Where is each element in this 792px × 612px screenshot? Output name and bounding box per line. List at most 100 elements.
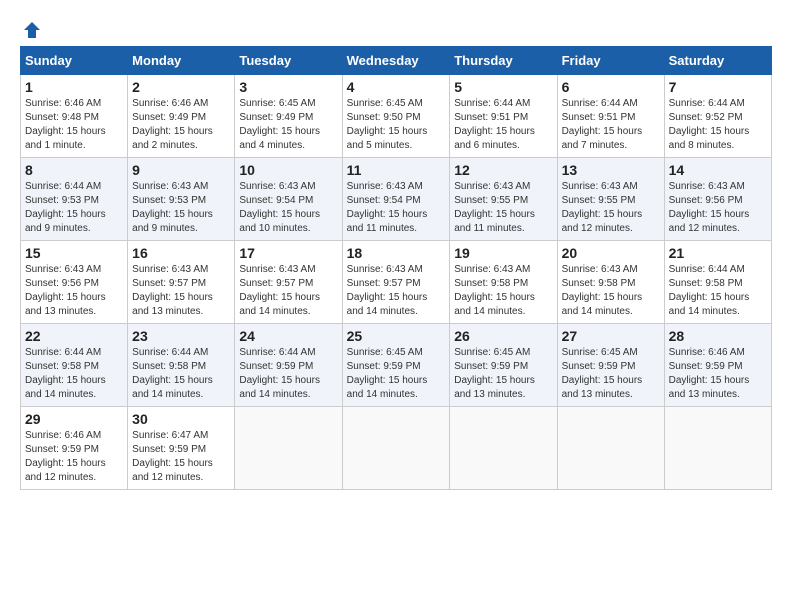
day-number: 30: [132, 411, 230, 427]
calendar-week-4: 22 Sunrise: 6:44 AM Sunset: 9:58 PM Dayli…: [21, 324, 772, 407]
day-number: 2: [132, 79, 230, 95]
calendar-week-1: 1 Sunrise: 6:46 AM Sunset: 9:48 PM Daylig…: [21, 75, 772, 158]
day-info: Sunrise: 6:44 AM Sunset: 9:59 PM Dayligh…: [239, 346, 337, 402]
calendar-cell: 17 Sunrise: 6:43 AM Sunset: 9:57 PM Dayli…: [235, 241, 342, 324]
day-number: 5: [454, 79, 552, 95]
calendar-cell: [450, 407, 557, 490]
calendar-cell: 27 Sunrise: 6:45 AM Sunset: 9:59 PM Dayli…: [557, 324, 664, 407]
calendar-cell: 21 Sunrise: 6:44 AM Sunset: 9:58 PM Dayli…: [664, 241, 771, 324]
day-number: 7: [669, 79, 767, 95]
day-number: 25: [347, 328, 446, 344]
day-number: 22: [25, 328, 123, 344]
day-number: 24: [239, 328, 337, 344]
day-info: Sunrise: 6:44 AM Sunset: 9:53 PM Dayligh…: [25, 180, 123, 236]
day-number: 26: [454, 328, 552, 344]
day-info: Sunrise: 6:46 AM Sunset: 9:49 PM Dayligh…: [132, 97, 230, 153]
column-header-friday: Friday: [557, 47, 664, 75]
day-info: Sunrise: 6:43 AM Sunset: 9:56 PM Dayligh…: [669, 180, 767, 236]
header: [20, 20, 772, 36]
calendar-cell: 18 Sunrise: 6:43 AM Sunset: 9:57 PM Dayli…: [342, 241, 450, 324]
calendar-cell: [342, 407, 450, 490]
day-number: 18: [347, 245, 446, 261]
day-number: 10: [239, 162, 337, 178]
calendar-cell: 16Sunrise: 6:43 AM Sunset: 9:57 PM Dayli…: [128, 241, 235, 324]
calendar-cell: 8 Sunrise: 6:44 AM Sunset: 9:53 PM Daylig…: [21, 158, 128, 241]
day-info: Sunrise: 6:43 AM Sunset: 9:57 PM Dayligh…: [239, 263, 337, 319]
day-number: 28: [669, 328, 767, 344]
calendar-cell: [664, 407, 771, 490]
column-header-saturday: Saturday: [664, 47, 771, 75]
column-header-tuesday: Tuesday: [235, 47, 342, 75]
day-info: Sunrise: 6:45 AM Sunset: 9:50 PM Dayligh…: [347, 97, 446, 153]
calendar-cell: 1 Sunrise: 6:46 AM Sunset: 9:48 PM Daylig…: [21, 75, 128, 158]
day-number: 12: [454, 162, 552, 178]
day-info: Sunrise: 6:45 AM Sunset: 9:59 PM Dayligh…: [562, 346, 660, 402]
calendar-cell: 11 Sunrise: 6:43 AM Sunset: 9:54 PM Dayli…: [342, 158, 450, 241]
column-header-sunday: Sunday: [21, 47, 128, 75]
calendar-cell: 7 Sunrise: 6:44 AM Sunset: 9:52 PM Daylig…: [664, 75, 771, 158]
day-number: 11: [347, 162, 446, 178]
day-number: 29: [25, 411, 123, 427]
day-info: Sunrise: 6:43 AM Sunset: 9:53 PM Dayligh…: [132, 180, 230, 236]
day-info: Sunrise: 6:43 AM Sunset: 9:58 PM Dayligh…: [454, 263, 552, 319]
calendar-cell: 30 Sunrise: 6:47 AM Sunset: 9:59 PM Dayli…: [128, 407, 235, 490]
calendar-cell: 19 Sunrise: 6:43 AM Sunset: 9:58 PM Dayli…: [450, 241, 557, 324]
day-info: Sunrise: 6:44 AM Sunset: 9:51 PM Dayligh…: [562, 97, 660, 153]
day-info: Sunrise: 6:46 AM Sunset: 9:59 PM Dayligh…: [669, 346, 767, 402]
calendar-header-row: SundayMondayTuesdayWednesdayThursdayFrid…: [21, 47, 772, 75]
day-info: Sunrise: 6:46 AM Sunset: 9:48 PM Dayligh…: [25, 97, 123, 153]
calendar-cell: 14 Sunrise: 6:43 AM Sunset: 9:56 PM Dayli…: [664, 158, 771, 241]
day-info: Sunrise: 6:43 AM Sunset: 9:56 PM Dayligh…: [25, 263, 123, 319]
calendar-cell: 12Sunrise: 6:43 AM Sunset: 9:55 PM Dayli…: [450, 158, 557, 241]
column-header-thursday: Thursday: [450, 47, 557, 75]
calendar-cell: [557, 407, 664, 490]
calendar-table: SundayMondayTuesdayWednesdayThursdayFrid…: [20, 46, 772, 490]
day-number: 19: [454, 245, 552, 261]
column-header-monday: Monday: [128, 47, 235, 75]
day-info: Sunrise: 6:44 AM Sunset: 9:51 PM Dayligh…: [454, 97, 552, 153]
day-number: 20: [562, 245, 660, 261]
day-info: Sunrise: 6:44 AM Sunset: 9:52 PM Dayligh…: [669, 97, 767, 153]
calendar-cell: 3 Sunrise: 6:45 AM Sunset: 9:49 PM Daylig…: [235, 75, 342, 158]
day-info: Sunrise: 6:45 AM Sunset: 9:49 PM Dayligh…: [239, 97, 337, 153]
calendar-cell: 24 Sunrise: 6:44 AM Sunset: 9:59 PM Dayli…: [235, 324, 342, 407]
logo-icon: [22, 20, 42, 40]
day-number: 9: [132, 162, 230, 178]
day-number: 13: [562, 162, 660, 178]
day-info: Sunrise: 6:43 AM Sunset: 9:54 PM Dayligh…: [239, 180, 337, 236]
day-info: Sunrise: 6:43 AM Sunset: 9:58 PM Dayligh…: [562, 263, 660, 319]
day-number: 17: [239, 245, 337, 261]
day-info: Sunrise: 6:45 AM Sunset: 9:59 PM Dayligh…: [347, 346, 446, 402]
calendar-cell: 28 Sunrise: 6:46 AM Sunset: 9:59 PM Dayli…: [664, 324, 771, 407]
calendar-cell: 6 Sunrise: 6:44 AM Sunset: 9:51 PM Daylig…: [557, 75, 664, 158]
day-info: Sunrise: 6:47 AM Sunset: 9:59 PM Dayligh…: [132, 429, 230, 485]
day-number: 14: [669, 162, 767, 178]
calendar-cell: 29 Sunrise: 6:46 AM Sunset: 9:59 PM Dayli…: [21, 407, 128, 490]
calendar-cell: 26Sunrise: 6:45 AM Sunset: 9:59 PM Dayli…: [450, 324, 557, 407]
calendar-cell: 9 Sunrise: 6:43 AM Sunset: 9:53 PM Daylig…: [128, 158, 235, 241]
day-info: Sunrise: 6:44 AM Sunset: 9:58 PM Dayligh…: [132, 346, 230, 402]
calendar-cell: 10 Sunrise: 6:43 AM Sunset: 9:54 PM Dayli…: [235, 158, 342, 241]
day-number: 3: [239, 79, 337, 95]
day-number: 15: [25, 245, 123, 261]
day-info: Sunrise: 6:46 AM Sunset: 9:59 PM Dayligh…: [25, 429, 123, 485]
day-number: 1: [25, 79, 123, 95]
day-number: 27: [562, 328, 660, 344]
day-number: 23: [132, 328, 230, 344]
calendar-week-5: 29 Sunrise: 6:46 AM Sunset: 9:59 PM Dayli…: [21, 407, 772, 490]
day-info: Sunrise: 6:43 AM Sunset: 9:57 PM Dayligh…: [347, 263, 446, 319]
calendar-cell: 20 Sunrise: 6:43 AM Sunset: 9:58 PM Dayli…: [557, 241, 664, 324]
day-info: Sunrise: 6:44 AM Sunset: 9:58 PM Dayligh…: [669, 263, 767, 319]
calendar-cell: 13 Sunrise: 6:43 AM Sunset: 9:55 PM Dayli…: [557, 158, 664, 241]
calendar-cell: 22 Sunrise: 6:44 AM Sunset: 9:58 PM Dayli…: [21, 324, 128, 407]
column-header-wednesday: Wednesday: [342, 47, 450, 75]
calendar-cell: [235, 407, 342, 490]
day-info: Sunrise: 6:43 AM Sunset: 9:54 PM Dayligh…: [347, 180, 446, 236]
day-number: 21: [669, 245, 767, 261]
calendar-cell: 4Sunrise: 6:45 AM Sunset: 9:50 PM Daylig…: [342, 75, 450, 158]
calendar-cell: 25 Sunrise: 6:45 AM Sunset: 9:59 PM Dayli…: [342, 324, 450, 407]
day-info: Sunrise: 6:43 AM Sunset: 9:55 PM Dayligh…: [562, 180, 660, 236]
day-number: 6: [562, 79, 660, 95]
day-info: Sunrise: 6:44 AM Sunset: 9:58 PM Dayligh…: [25, 346, 123, 402]
day-number: 8: [25, 162, 123, 178]
